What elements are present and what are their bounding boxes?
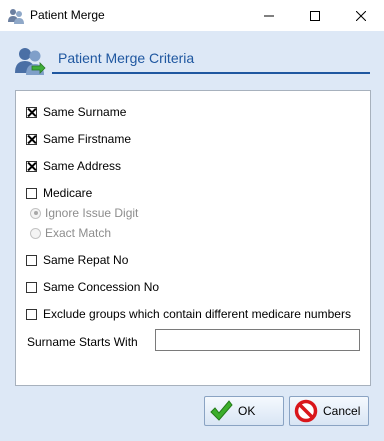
exact-match-radio[interactable]: Exact Match: [30, 225, 111, 241]
checkbox-label: Same Surname: [43, 105, 127, 119]
users-merge-icon: [15, 48, 46, 75]
minimize-button[interactable]: [246, 0, 292, 31]
cancel-button[interactable]: Cancel: [289, 396, 369, 426]
radio-label: Ignore Issue Digit: [45, 206, 139, 220]
dialog-body: Patient Merge Criteria Same Surname Same…: [0, 31, 384, 441]
checkmark-icon: [210, 400, 233, 421]
checkbox-box[interactable]: [26, 106, 37, 118]
same-address-checkbox[interactable]: Same Address: [26, 158, 121, 174]
ignore-issue-digit-radio[interactable]: Ignore Issue Digit: [30, 205, 138, 221]
close-icon: [356, 10, 366, 21]
checkbox-label: Same Repat No: [43, 253, 129, 267]
same-firstname-checkbox[interactable]: Same Firstname: [26, 131, 131, 147]
checkbox-label: Medicare: [43, 186, 93, 200]
header-title: Patient Merge Criteria: [58, 50, 195, 66]
checkbox-box[interactable]: [26, 254, 37, 266]
medicare-checkbox[interactable]: Medicare: [26, 185, 92, 201]
checkbox-box[interactable]: [26, 133, 37, 145]
checkbox-box[interactable]: [26, 281, 37, 293]
minimize-icon: [264, 15, 274, 16]
ok-label: OK: [238, 404, 256, 418]
maximize-icon: [310, 10, 320, 21]
cancel-label: Cancel: [323, 404, 361, 418]
ok-button[interactable]: OK: [204, 396, 284, 426]
close-button[interactable]: [338, 0, 384, 31]
checkbox-label: Exclude groups which contain different m…: [43, 307, 351, 321]
checkbox-label: Same Concession No: [43, 280, 160, 294]
exclude-groups-checkbox[interactable]: Exclude groups which contain different m…: [26, 306, 351, 322]
checkbox-box[interactable]: [26, 160, 37, 172]
radio-button[interactable]: [30, 207, 41, 219]
checkbox-label: Same Address: [43, 159, 122, 173]
title-bar: Patient Merge: [0, 0, 384, 31]
same-concession-no-checkbox[interactable]: Same Concession No: [26, 279, 159, 295]
same-surname-checkbox[interactable]: Same Surname: [26, 104, 126, 120]
criteria-panel: Same Surname Same Firstname Same Address…: [15, 90, 371, 386]
header-underline: [52, 72, 370, 74]
surname-starts-with-label: Surname Starts With: [27, 335, 138, 349]
same-repat-no-checkbox[interactable]: Same Repat No: [26, 252, 128, 268]
users-icon: [8, 9, 24, 24]
prohibited-icon: [294, 399, 318, 423]
checkbox-box[interactable]: [26, 308, 37, 320]
maximize-button[interactable]: [292, 0, 338, 31]
radio-label: Exact Match: [45, 226, 112, 240]
surname-starts-with-input[interactable]: [155, 329, 360, 351]
radio-button[interactable]: [30, 227, 41, 239]
checkbox-label: Same Firstname: [43, 132, 132, 146]
checkbox-box[interactable]: [26, 187, 37, 199]
window-title: Patient Merge: [30, 8, 105, 22]
